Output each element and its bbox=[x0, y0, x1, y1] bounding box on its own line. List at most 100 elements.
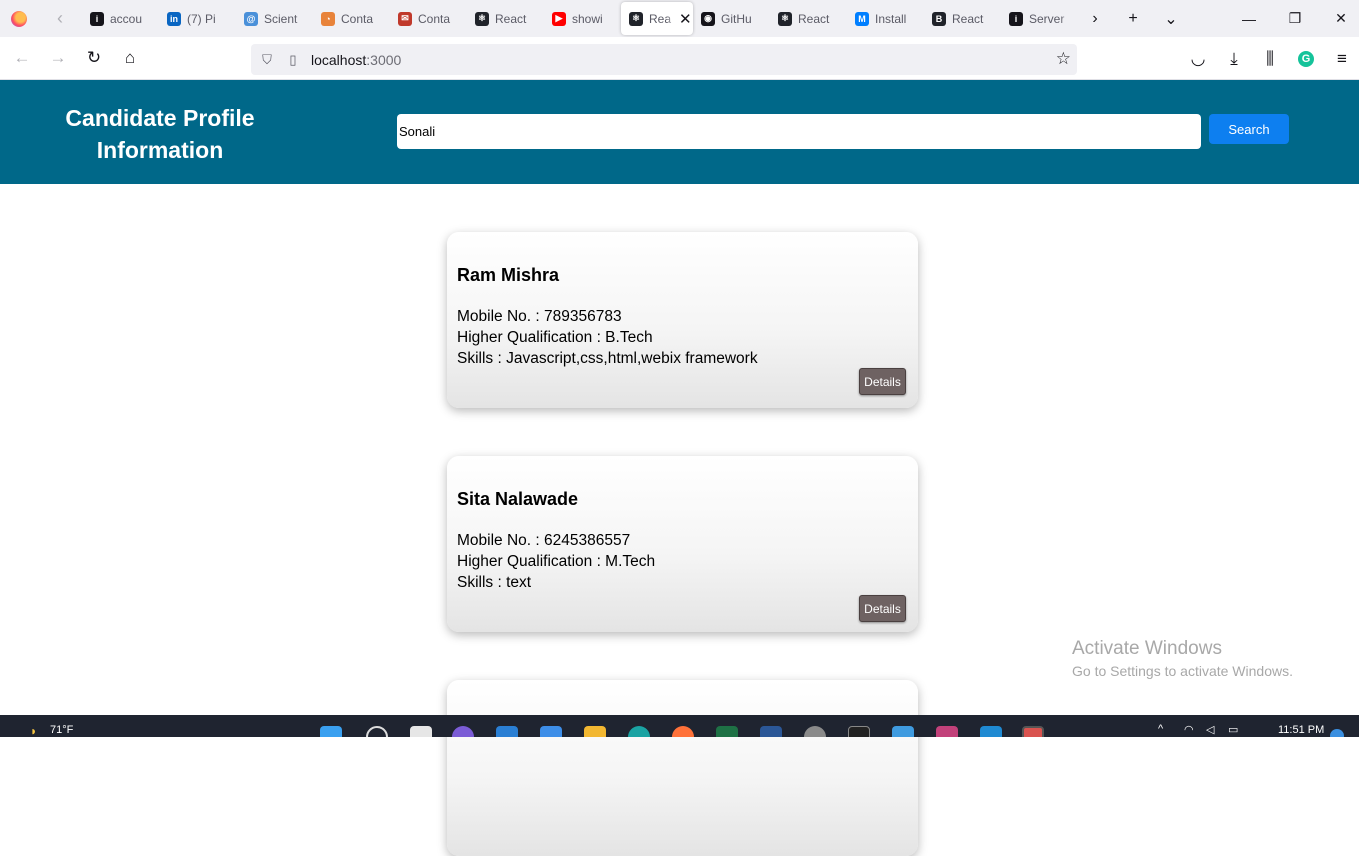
candidate-skills: Skills : Javascript,css,html,webix frame… bbox=[457, 350, 758, 367]
word-icon[interactable] bbox=[760, 726, 782, 737]
search-input[interactable] bbox=[397, 114, 1201, 149]
react-icon: ⚛ bbox=[629, 11, 643, 26]
restore-button[interactable]: ❐ bbox=[1272, 0, 1318, 37]
tray-chevron-icon[interactable]: ^ bbox=[1158, 723, 1163, 735]
tab-scroll-left-icon[interactable]: ‹ bbox=[38, 8, 82, 29]
tab-title: Conta bbox=[418, 11, 451, 26]
tab-title: React bbox=[952, 11, 984, 26]
details-button[interactable]: Details bbox=[859, 595, 906, 622]
candidate-name: Sita Nalawade bbox=[457, 489, 579, 509]
vpn-icon[interactable] bbox=[892, 726, 914, 737]
mail-icon: ✉ bbox=[398, 11, 412, 26]
react-bootstrap-icon: B bbox=[932, 11, 946, 26]
toolbar-right: ◡ ⤓ ⫼ G ≡ bbox=[1180, 37, 1359, 80]
tab-scroll-right-icon[interactable]: › bbox=[1076, 10, 1114, 28]
address-bar[interactable]: ⛉ ▯ localhost:3000 ☆ bbox=[251, 44, 1077, 75]
browser-tab[interactable]: ▶ showi bbox=[544, 2, 621, 35]
activate-windows-watermark: Activate Windows Go to Settings to activ… bbox=[1072, 638, 1293, 679]
home-button[interactable]: ⌂ bbox=[112, 43, 148, 73]
excel-icon[interactable] bbox=[716, 726, 738, 737]
close-window-button[interactable]: ✕ bbox=[1318, 0, 1359, 37]
grammarly-icon: G bbox=[1298, 50, 1314, 67]
browser-tab[interactable]: B React bbox=[924, 2, 1001, 35]
browser-tab[interactable]: i Server bbox=[1001, 2, 1078, 35]
browser-tab[interactable]: i accou bbox=[82, 2, 159, 35]
store-icon[interactable] bbox=[540, 726, 562, 737]
url-text: localhost:3000 bbox=[311, 52, 401, 68]
github-icon: ◉ bbox=[701, 11, 715, 26]
browser-tab[interactable]: ⚛ React bbox=[770, 2, 847, 35]
browser-tab-strip: ‹ i accou in (7) Pi @ Scient ◔ Conta ✉ Conta ⚛ Reac… bbox=[0, 0, 1359, 37]
list-all-tabs-icon[interactable]: ⌄ bbox=[1152, 9, 1190, 29]
search-button[interactable]: Search bbox=[1209, 114, 1289, 144]
tab-strip-controls: › + ⌄ bbox=[1076, 0, 1190, 37]
candidate-qualification: Higher Qualification : M.Tech bbox=[457, 553, 656, 570]
reload-button[interactable]: ↻ bbox=[76, 43, 112, 73]
active-app-icon[interactable] bbox=[1022, 726, 1044, 737]
settings-icon[interactable] bbox=[804, 726, 826, 737]
downloads-icon[interactable]: ⤓ bbox=[1216, 44, 1252, 74]
new-tab-button[interactable]: + bbox=[1114, 10, 1152, 28]
close-tab-icon[interactable]: ✕ bbox=[679, 10, 692, 28]
chart-pie-icon: ◔ bbox=[321, 11, 335, 26]
library-icon[interactable]: ⫼ bbox=[1252, 44, 1288, 74]
candidate-mobile: Mobile No. : 6245386557 bbox=[457, 532, 631, 549]
pocket-icon[interactable]: ◡ bbox=[1180, 44, 1216, 74]
app-icon[interactable] bbox=[936, 726, 958, 737]
weather-text[interactable]: 71°F bbox=[50, 724, 73, 736]
terminal-icon[interactable] bbox=[848, 726, 870, 737]
firefox-menu[interactable] bbox=[0, 0, 38, 37]
browser-tab[interactable]: in (7) Pi bbox=[159, 2, 236, 35]
file-explorer-icon[interactable] bbox=[584, 726, 606, 737]
browser-tab[interactable]: ◉ GitHu bbox=[693, 2, 770, 35]
youtube-icon: ▶ bbox=[552, 11, 566, 26]
tab-title: React bbox=[495, 11, 527, 26]
volume-icon[interactable]: ◁ bbox=[1206, 723, 1214, 736]
info-icon: i bbox=[90, 11, 104, 26]
edge-icon[interactable] bbox=[628, 726, 650, 737]
vscode-icon[interactable] bbox=[980, 726, 1002, 737]
battery-icon[interactable]: ▭ bbox=[1228, 723, 1238, 736]
wifi-icon[interactable]: ◠ bbox=[1184, 723, 1194, 736]
browser-tab[interactable]: @ Scient bbox=[236, 2, 313, 35]
details-button[interactable]: Details bbox=[859, 368, 906, 395]
mail-icon[interactable] bbox=[496, 726, 518, 737]
browser-tab[interactable]: M Install bbox=[847, 2, 924, 35]
mui-icon: M bbox=[855, 11, 869, 26]
search-icon[interactable] bbox=[366, 726, 388, 737]
notification-icon[interactable] bbox=[1330, 729, 1344, 737]
tab-list: i accou in (7) Pi @ Scient ◔ Conta ✉ Conta ⚛ React ▶… bbox=[82, 2, 1078, 35]
hamburger-menu-icon[interactable]: ≡ bbox=[1324, 44, 1359, 74]
tab-title: React bbox=[798, 11, 830, 26]
browser-tab[interactable]: ⚛ Rea ✕ bbox=[621, 2, 693, 35]
tab-title: Install bbox=[875, 11, 907, 26]
tab-title: Server bbox=[1029, 11, 1065, 26]
candidate-card: Sita Nalawade Mobile No. : 6245386557 Hi… bbox=[447, 456, 918, 632]
url-host: localhost bbox=[311, 51, 367, 68]
candidate-skills: Skills : text bbox=[457, 574, 532, 591]
teams-icon[interactable] bbox=[452, 726, 474, 737]
windows-taskbar: ◗ 71°F ^ ◠ ◁ ▭ 11:51 PM bbox=[0, 715, 1359, 737]
start-icon[interactable] bbox=[320, 726, 342, 737]
url-port: :3000 bbox=[366, 51, 402, 68]
tab-title: accou bbox=[110, 11, 143, 26]
forward-button[interactable]: → bbox=[40, 43, 76, 73]
bookmark-star-icon[interactable]: ☆ bbox=[1056, 49, 1071, 69]
info-icon: i bbox=[1009, 11, 1023, 26]
browser-tab[interactable]: ⚛ React bbox=[467, 2, 544, 35]
grammarly-extension[interactable]: G bbox=[1288, 44, 1324, 74]
tab-title: showi bbox=[572, 11, 603, 26]
page-icon: ▯ bbox=[289, 51, 297, 67]
tab-title: Conta bbox=[341, 11, 374, 26]
shield-icon[interactable]: ⛉ bbox=[257, 52, 277, 68]
minimize-button[interactable]: — bbox=[1226, 0, 1272, 37]
tab-title: Scient bbox=[264, 11, 298, 26]
candidate-card: Ram Mishra Mobile No. : 789356783 Higher… bbox=[447, 232, 918, 408]
browser-tab[interactable]: ◔ Conta bbox=[313, 2, 390, 35]
watermark-title: Activate Windows bbox=[1072, 638, 1222, 659]
firefox-taskbar-icon[interactable] bbox=[672, 726, 694, 737]
back-button[interactable]: ← bbox=[4, 43, 40, 73]
task-view-icon[interactable] bbox=[410, 726, 432, 737]
browser-tab[interactable]: ✉ Conta bbox=[390, 2, 467, 35]
clock-time[interactable]: 11:51 PM bbox=[1278, 724, 1324, 736]
